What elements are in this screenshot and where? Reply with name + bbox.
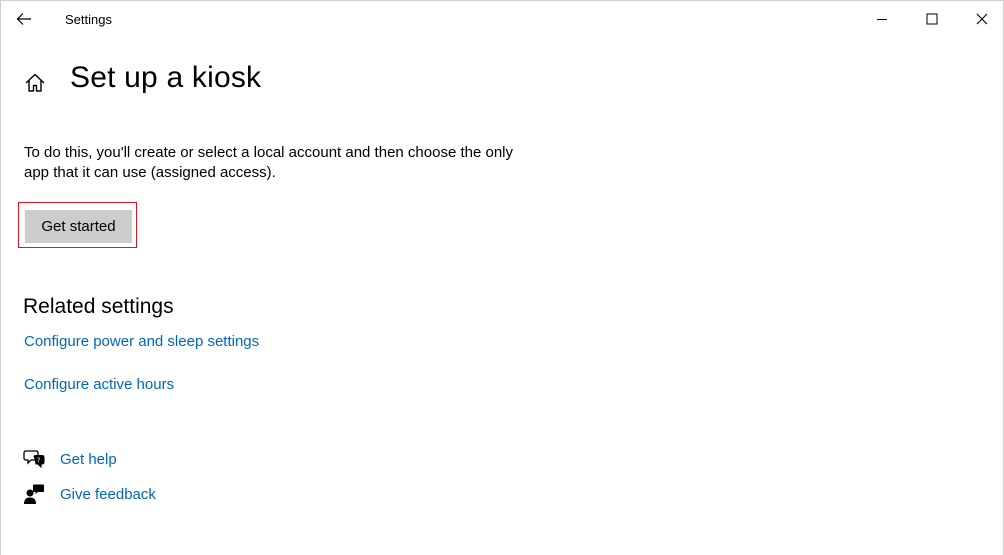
related-settings-heading: Related settings <box>23 295 174 318</box>
close-button[interactable] <box>959 3 1004 35</box>
get-help-row[interactable]: ? Get help <box>23 447 117 471</box>
link-configure-active-hours[interactable]: Configure active hours <box>24 376 174 393</box>
page-description: To do this, you'll create or select a lo… <box>24 144 513 181</box>
arrow-left-icon <box>16 13 31 25</box>
give-feedback-link[interactable]: Give feedback <box>60 486 156 503</box>
home-icon <box>25 73 45 92</box>
maximize-button[interactable] <box>909 3 955 35</box>
maximize-icon <box>926 13 938 25</box>
svg-text:?: ? <box>37 457 41 465</box>
close-icon <box>976 13 988 25</box>
get-help-link[interactable]: Get help <box>60 451 117 468</box>
person-feedback-icon <box>23 483 45 505</box>
minimize-button[interactable] <box>859 3 905 35</box>
window-title: Settings <box>65 12 112 27</box>
home-button[interactable] <box>23 71 47 95</box>
minimize-icon <box>877 19 887 20</box>
page-title: Set up a kiosk <box>70 61 262 94</box>
get-started-button[interactable]: Get started <box>25 210 132 243</box>
chat-question-icon: ? <box>23 448 45 470</box>
back-button[interactable] <box>9 5 39 33</box>
title-bar: Settings <box>1 1 1003 37</box>
link-configure-power-sleep[interactable]: Configure power and sleep settings <box>24 333 259 350</box>
give-feedback-row[interactable]: Give feedback <box>23 482 156 506</box>
